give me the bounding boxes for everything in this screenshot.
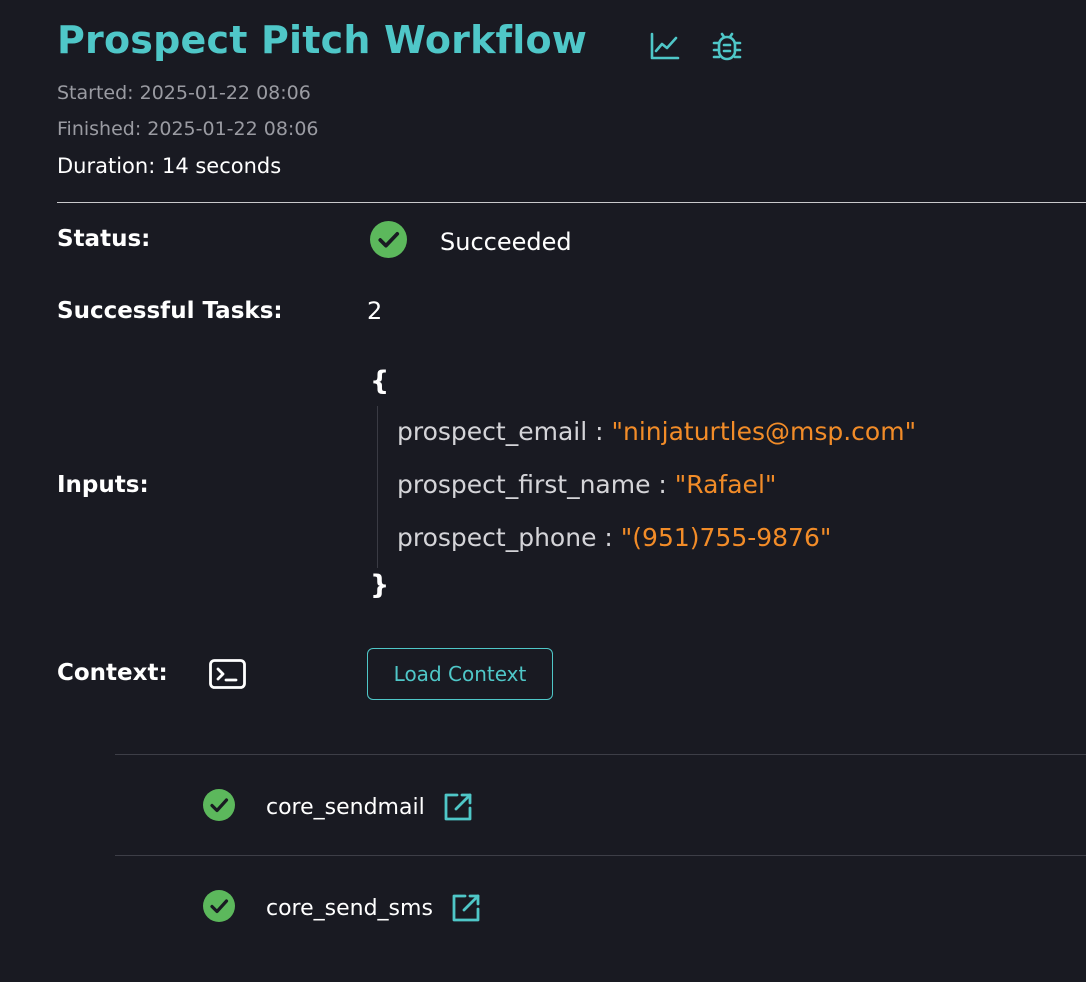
status-value: Succeeded	[370, 221, 572, 262]
status-label: Status:	[57, 226, 151, 252]
bug-icon[interactable]	[710, 29, 744, 63]
terminal-icon	[209, 659, 246, 693]
check-circle-icon	[203, 789, 235, 825]
page-title: Prospect Pitch Workflow	[57, 18, 588, 62]
json-key: prospect_first_name	[397, 470, 651, 499]
json-open-brace: {	[370, 366, 390, 397]
json-separator: :	[650, 470, 675, 499]
json-close-brace: }	[370, 570, 390, 601]
task-row-core-sendmail: core_sendmail	[203, 789, 473, 825]
task-name: core_send_sms	[266, 895, 433, 921]
status-text: Succeeded	[440, 227, 572, 256]
task-divider	[115, 754, 1086, 755]
json-key: prospect_email	[397, 417, 588, 446]
finished-time: Finished: 2025-01-22 08:06	[57, 118, 319, 140]
task-divider	[115, 855, 1086, 856]
started-time: Started: 2025-01-22 08:06	[57, 82, 311, 104]
task-name: core_sendmail	[266, 794, 425, 820]
json-separator: :	[587, 417, 612, 446]
successful-tasks-count: 2	[367, 297, 383, 325]
json-entry-prospect-first-name: prospect_first_name : "Rafael"	[397, 470, 776, 499]
external-link-icon[interactable]	[451, 893, 481, 923]
duration: Duration: 14 seconds	[57, 154, 282, 178]
json-value: "(951)755-9876"	[620, 523, 832, 552]
json-value: "ninjaturtles@msp.com"	[611, 417, 917, 446]
external-link-icon[interactable]	[443, 792, 473, 822]
header-divider	[57, 202, 1086, 203]
workflow-execution-page: Prospect Pitch Workflow Started: 2025-01…	[0, 0, 1086, 982]
json-indent-guide	[377, 406, 378, 568]
json-entry-prospect-phone: prospect_phone : "(951)755-9876"	[397, 523, 831, 552]
json-key: prospect_phone	[397, 523, 597, 552]
task-row-core-send-sms: core_send_sms	[203, 890, 481, 926]
title-actions	[648, 29, 744, 63]
context-label: Context:	[57, 660, 168, 686]
json-value: "Rafael"	[674, 470, 777, 499]
check-circle-icon	[370, 221, 407, 262]
chart-line-icon[interactable]	[648, 29, 682, 63]
inputs-label: Inputs:	[57, 472, 149, 498]
successful-tasks-label: Successful Tasks:	[57, 298, 283, 324]
check-circle-icon	[203, 890, 235, 926]
json-entry-prospect-email: prospect_email : "ninjaturtles@msp.com"	[397, 417, 916, 446]
json-separator: :	[596, 523, 621, 552]
load-context-button[interactable]: Load Context	[367, 648, 553, 700]
